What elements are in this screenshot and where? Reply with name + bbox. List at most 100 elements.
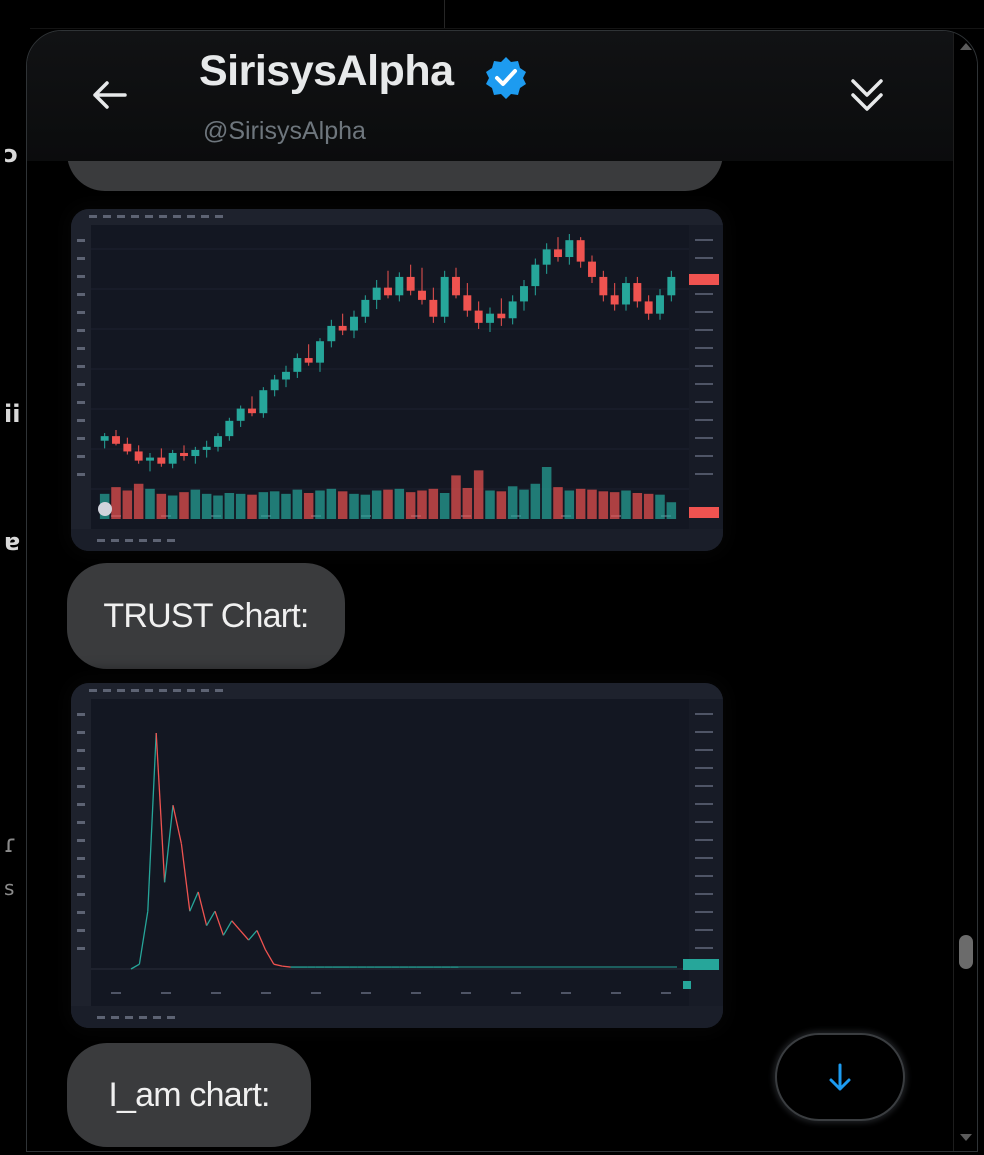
scroll-down-arrow-icon[interactable]	[960, 1134, 972, 1141]
range-button	[139, 1016, 147, 1019]
toolbar-tool-icon	[77, 293, 85, 296]
toolbar-tool-icon	[77, 401, 85, 404]
range-button	[153, 1016, 161, 1019]
time-tick-label	[511, 992, 521, 994]
time-tick-label	[161, 992, 171, 994]
volume-bar	[303, 493, 314, 519]
price-tick-label	[695, 329, 713, 331]
toolbar-tool-icon	[77, 767, 85, 770]
price-tick-label	[695, 839, 713, 841]
candle-body	[202, 446, 211, 450]
volume-bar	[292, 489, 303, 519]
candle-body	[134, 451, 143, 461]
price-tick-label	[695, 419, 713, 421]
toolbar-tool-icon	[77, 803, 85, 806]
toolbar-tool-icon	[77, 311, 85, 314]
candle-body	[520, 286, 528, 302]
volume-bar	[417, 490, 427, 519]
candle-body	[554, 249, 562, 258]
toolbar-tool-icon	[77, 785, 85, 788]
candle-body	[644, 301, 653, 314]
candle-body	[180, 452, 188, 457]
volume-bar	[564, 490, 575, 519]
candlestick-chart	[71, 209, 723, 551]
toolbar-tool-icon	[77, 893, 85, 896]
price-tick-label	[695, 383, 713, 385]
volume-bar	[473, 470, 484, 519]
volume-bar	[405, 492, 416, 519]
volume-bar	[258, 492, 269, 519]
price-tick-label	[695, 821, 713, 823]
toolbar-tool-icon	[77, 473, 85, 476]
toolbar-item-icon	[103, 215, 111, 218]
candle-body	[418, 290, 426, 300]
volume-bar	[224, 493, 235, 519]
back-button[interactable]	[89, 75, 129, 115]
volume-bar	[507, 486, 518, 519]
toolbar-item-icon	[201, 215, 209, 218]
candle-body	[576, 240, 585, 262]
volume-bar	[167, 495, 178, 519]
price-tick-label	[695, 803, 713, 805]
chart-logo-icon	[98, 502, 112, 516]
chart-image-message[interactable]	[71, 209, 723, 551]
volume-bar	[496, 491, 507, 519]
conversation-header: SirisysAlpha @SirisysAlpha	[27, 31, 953, 161]
candle-body	[599, 276, 608, 296]
message-bubble[interactable]: TRUST Chart:	[67, 563, 345, 669]
volume-bar	[247, 494, 257, 519]
toolbar-tool-icon	[77, 821, 85, 824]
candle-body	[259, 390, 268, 414]
toolbar-item-icon	[89, 215, 97, 218]
collapse-button[interactable]	[845, 73, 889, 117]
toolbar-tool-icon	[77, 875, 85, 878]
time-tick-label	[261, 992, 271, 994]
chart-image-message[interactable]	[71, 683, 723, 1028]
toolbar-item-icon	[159, 689, 167, 692]
candle-body	[610, 295, 619, 305]
price-tick-label	[695, 857, 713, 859]
volume-bar	[451, 475, 461, 519]
price-tick-label	[695, 785, 713, 787]
volume-bar	[133, 483, 144, 519]
background-text-fragment: ii	[4, 400, 21, 428]
price-tick-label	[695, 893, 713, 895]
toolbar-item-icon	[103, 689, 111, 692]
toolbar-tool-icon	[77, 911, 85, 914]
toolbar-tool-icon	[77, 713, 85, 716]
scrollbar[interactable]	[953, 31, 977, 1151]
candle-body	[395, 276, 404, 296]
toolbar-item-icon	[131, 215, 139, 218]
price-tick-label	[695, 401, 713, 403]
scroll-thumb[interactable]	[959, 935, 973, 969]
arrow-left-icon	[93, 81, 127, 109]
volume-bar	[122, 490, 133, 519]
volume-bar	[383, 489, 393, 519]
background-text-fragment: ɾ	[4, 830, 17, 858]
volume-bar	[632, 493, 643, 519]
volume-bar	[145, 488, 155, 519]
jump-to-latest-button[interactable]	[775, 1033, 905, 1121]
candle-body	[452, 276, 460, 296]
toolbar-item-icon	[117, 215, 125, 218]
range-button	[111, 539, 119, 542]
toolbar-tool-icon	[77, 239, 85, 242]
price-tick-label	[695, 749, 713, 751]
time-tick-label	[461, 992, 471, 994]
range-button	[125, 539, 133, 542]
volume-bar	[530, 483, 541, 519]
conversation-user-name[interactable]: SirisysAlpha	[199, 47, 454, 96]
volume-bar	[269, 491, 280, 519]
toolbar-item-icon	[173, 215, 181, 218]
candle-body	[474, 310, 483, 323]
toolbar-item-icon	[215, 215, 223, 218]
scroll-up-arrow-icon[interactable]	[960, 43, 972, 50]
volume-tag	[689, 507, 719, 518]
volume-bar	[156, 493, 167, 519]
price-tick-label	[695, 365, 713, 367]
toolbar-tool-icon	[77, 275, 85, 278]
candle-body	[463, 295, 472, 311]
toolbar-item-icon	[117, 689, 125, 692]
message-bubble[interactable]: I_am chart:	[67, 1043, 311, 1147]
background-text-fragment: ɐ	[4, 528, 21, 556]
